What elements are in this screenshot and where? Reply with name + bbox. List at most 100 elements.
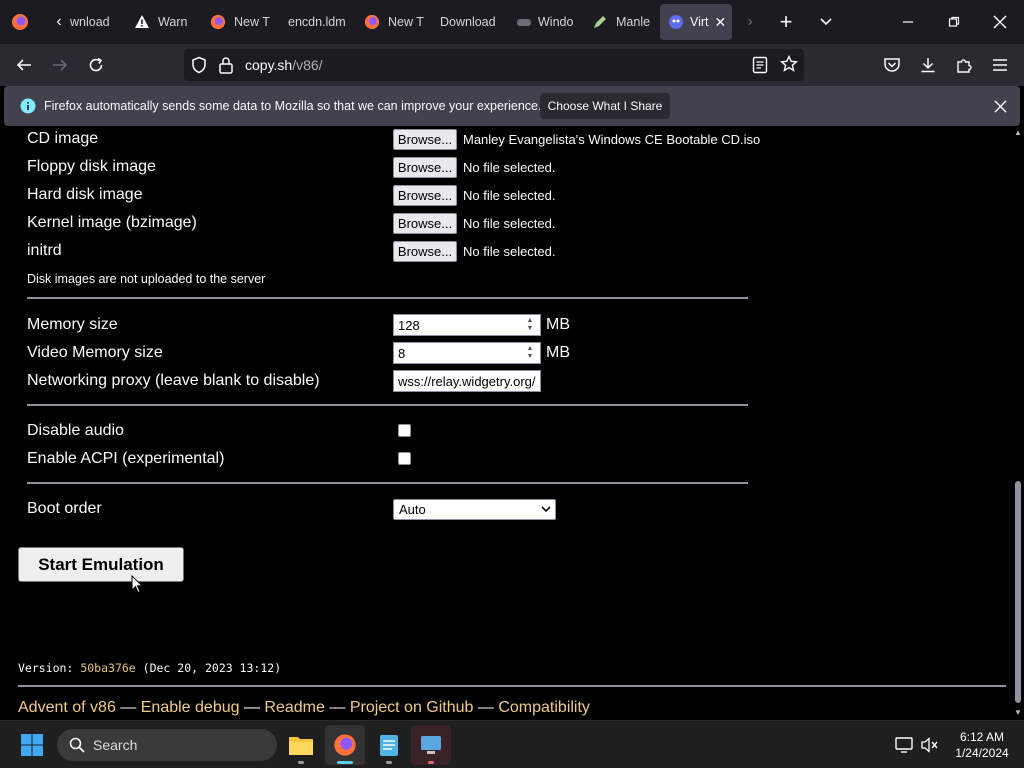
version-prefix: Version: <box>18 661 74 675</box>
taskbar-clock[interactable]: 6:12 AM 1/24/2024 <box>950 729 1014 761</box>
navigation-toolbar: copy.sh/v86/ <box>0 44 1024 86</box>
reader-view-icon[interactable] <box>752 56 768 74</box>
enable-acpi-checkbox[interactable] <box>398 452 411 465</box>
restore-button[interactable] <box>942 10 966 34</box>
bookmark-star-icon[interactable] <box>780 55 798 73</box>
windows-logo-icon <box>21 734 43 756</box>
scrollbar-thumb[interactable] <box>1015 481 1021 703</box>
reload-icon <box>89 57 103 72</box>
url-bar[interactable]: copy.sh/v86/ <box>184 49 804 81</box>
kernel-image-browse-button[interactable]: Browse... <box>393 213 457 234</box>
back-button[interactable] <box>12 53 36 77</box>
video-memory-input[interactable]: 8 ▲ ▼ <box>393 342 541 364</box>
cd-image-label: CD image <box>27 130 99 147</box>
footer-links: Advent of v86 — Enable debug — Readme — … <box>18 699 590 717</box>
url-text[interactable]: copy.sh/v86/ <box>245 57 323 73</box>
floppy-image-browse-button[interactable]: Browse... <box>393 157 457 178</box>
list-all-tabs-button[interactable] <box>814 10 838 34</box>
folder-icon <box>289 737 313 755</box>
data-collection-notification: Firefox automatically sends some data to… <box>4 86 1020 126</box>
tab-label: Download <box>440 15 496 29</box>
start-button[interactable] <box>18 731 46 759</box>
footer-separator: — <box>477 699 499 716</box>
firefox-view-button[interactable] <box>8 10 32 34</box>
footer-link-github[interactable]: Project on Github <box>350 699 474 716</box>
minimize-icon <box>903 21 913 23</box>
tab-warning[interactable]: Warn <box>134 4 194 40</box>
spinner-icon[interactable]: ▲ ▼ <box>521 316 539 334</box>
pencil-icon <box>594 16 606 28</box>
v86-icon <box>669 15 683 29</box>
taskbar-notepad[interactable] <box>369 725 409 765</box>
floppy-image-filename: No file selected. <box>463 160 556 175</box>
downloads-button[interactable] <box>916 53 940 77</box>
taskbar-search-box[interactable]: Search <box>57 729 277 761</box>
taskbar-firefox[interactable] <box>325 725 365 765</box>
choose-what-i-share-button[interactable]: Choose What I Share <box>540 93 670 119</box>
clock-date: 1/24/2024 <box>955 746 1009 760</box>
taskbar-remote-app[interactable] <box>411 725 451 765</box>
app-menu-button[interactable] <box>988 53 1012 77</box>
boot-order-select[interactable]: Auto <box>393 499 556 520</box>
footer-link-advent[interactable]: Advent of v86 <box>18 699 116 716</box>
tab-manley[interactable]: Manle <box>592 4 652 40</box>
memory-unit: MB <box>546 316 570 333</box>
network-tray-button[interactable] <box>894 735 914 755</box>
floppy-image-label: Floppy disk image <box>27 158 156 175</box>
scroll-down-icon[interactable]: ▼ <box>1014 708 1022 717</box>
tab-new-tab[interactable]: New T <box>364 4 424 40</box>
tab-label: encdn.ldm <box>288 15 346 29</box>
tab-label: Manle <box>616 15 651 29</box>
extensions-button[interactable] <box>952 53 976 77</box>
tab-scroll-right-button[interactable]: › <box>740 12 760 32</box>
tab-label: Warn <box>158 15 188 29</box>
minimize-button[interactable] <box>896 10 920 34</box>
tab-download[interactable]: Download <box>440 4 500 40</box>
boot-order-label: Boot order <box>27 500 102 517</box>
footer-link-readme[interactable]: Readme <box>264 699 324 716</box>
disable-audio-checkbox[interactable] <box>398 424 411 437</box>
networking-proxy-value: wss://relay.widgetry.org/ <box>398 374 536 389</box>
pocket-button[interactable] <box>880 53 904 77</box>
tab-new-tab[interactable]: New T <box>210 4 270 40</box>
cd-image-browse-button[interactable]: Browse... <box>393 129 457 150</box>
tab-v86-active[interactable]: Virt ✕ <box>660 4 732 40</box>
tab-downloads[interactable]: ‹ wnload <box>48 4 118 40</box>
volume-tray-button[interactable] <box>920 735 940 755</box>
spinner-icon[interactable]: ▲ ▼ <box>521 344 539 362</box>
forward-button[interactable] <box>48 53 72 77</box>
reload-button[interactable] <box>84 53 108 77</box>
taskbar-file-explorer[interactable] <box>281 725 321 765</box>
version-hash-link[interactable]: 50ba376e <box>80 661 135 675</box>
scroll-up-icon[interactable]: ▲ <box>1014 128 1022 137</box>
hard-disk-image-browse-button[interactable]: Browse... <box>393 185 457 206</box>
tab-encdn[interactable]: encdn.ldm <box>288 4 348 40</box>
new-tab-button[interactable]: + <box>774 9 798 34</box>
close-notification-button[interactable] <box>990 96 1010 116</box>
memory-size-input[interactable]: 128 ▲ ▼ <box>393 314 541 336</box>
initrd-label: initrd <box>27 242 62 259</box>
arrow-right-icon <box>53 59 68 71</box>
info-icon <box>20 98 36 114</box>
networking-proxy-input[interactable]: wss://relay.widgetry.org/ <box>393 370 541 392</box>
footer-link-enable-debug[interactable]: Enable debug <box>141 699 240 716</box>
start-emulation-button[interactable]: Start Emulation <box>18 547 184 582</box>
footer-separator: — <box>243 699 265 716</box>
lock-icon[interactable] <box>218 56 234 74</box>
hard-disk-image-filename: No file selected. <box>463 188 556 203</box>
initrd-browse-button[interactable]: Browse... <box>393 241 457 262</box>
close-tab-icon[interactable]: ✕ <box>715 14 727 31</box>
tab-windows[interactable]: Windo <box>516 4 576 40</box>
footer-divider <box>18 685 1006 687</box>
footer-separator: — <box>329 699 350 716</box>
page-scrollbar[interactable]: ▲ ▼ <box>1012 126 1024 720</box>
close-window-button[interactable] <box>988 10 1012 34</box>
close-icon <box>993 15 1007 29</box>
footer-link-compatibility[interactable]: Compatibility <box>498 699 590 716</box>
chevron-left-icon: ‹ <box>56 13 62 30</box>
divider <box>27 297 748 299</box>
shield-icon[interactable] <box>190 56 208 74</box>
chevron-down-icon <box>820 18 832 26</box>
video-memory-label: Video Memory size <box>27 344 163 361</box>
tab-strip: ‹ wnload Warn New T encdn.ldm New T Down… <box>0 0 1024 44</box>
